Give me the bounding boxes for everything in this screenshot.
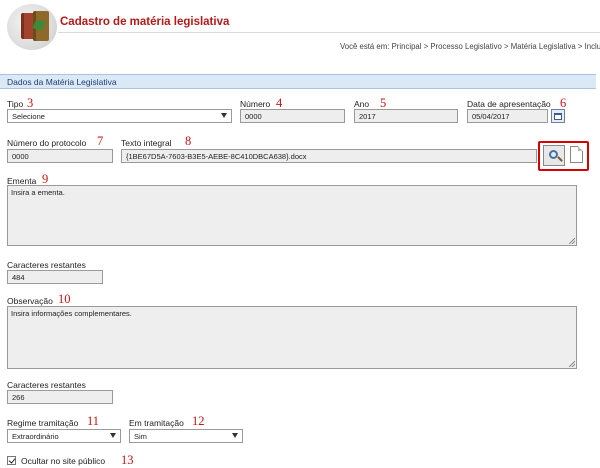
em-tramitacao-select[interactable]: Sim [129, 429, 243, 443]
ocultar-label: Ocultar no site público [21, 456, 106, 466]
ano-input[interactable]: 2017 [354, 109, 458, 123]
ementa-rest-label: Caracteres restantes [7, 260, 86, 270]
resize-handle[interactable] [569, 238, 575, 244]
regime-select[interactable]: Extraordinário [7, 429, 121, 443]
marker-8: 8 [185, 134, 192, 148]
numero-input[interactable]: 0000 [240, 109, 345, 123]
obs-rest-count: 266 [7, 390, 113, 404]
section-header: Dados da Matéria Legislativa [0, 74, 596, 89]
marker-11: 11 [87, 414, 100, 428]
marker-12: 12 [192, 414, 205, 428]
chevron-down-icon [232, 433, 238, 438]
marker-13: 13 [121, 453, 134, 467]
tipo-select[interactable]: Selecione [7, 109, 232, 123]
texto-label: Texto integral [121, 138, 172, 148]
observacao-placeholder: Insira informações complementares. [11, 309, 132, 318]
section-title: Dados da Matéria Legislativa [7, 77, 117, 87]
observacao-label: Observação [7, 296, 53, 306]
page-title: Cadastro de matéria legislativa [60, 16, 230, 28]
regime-label: Regime tramitação [7, 418, 79, 428]
calendar-icon[interactable] [551, 109, 565, 123]
marker-7: 7 [97, 134, 104, 148]
search-icon[interactable] [543, 145, 565, 166]
page-header: Cadastro de matéria legislativa Você est… [0, 0, 600, 58]
ementa-textarea[interactable]: Insira a ementa. [7, 185, 577, 246]
ementa-rest-count: 484 [7, 270, 103, 284]
chevron-down-icon [221, 113, 227, 118]
document-icon[interactable] [570, 146, 583, 163]
protocolo-input[interactable]: 0000 [7, 149, 113, 163]
ementa-placeholder: Insira a ementa. [11, 188, 65, 197]
resize-handle[interactable] [569, 361, 575, 367]
numero-label: Número [240, 99, 271, 109]
data-label: Data de apresentação [467, 99, 551, 109]
ano-label: Ano [354, 99, 370, 109]
protocolo-label: Número do protocolo [7, 138, 87, 148]
marker-10: 10 [58, 292, 71, 306]
ocultar-checkbox[interactable] [7, 456, 16, 465]
law-books-icon [7, 4, 57, 50]
tipo-label: Tipo [7, 99, 24, 109]
observacao-textarea[interactable]: Insira informações complementares. [7, 306, 577, 369]
title-divider [58, 32, 600, 33]
em-tramitacao-label: Em tramitação [129, 418, 184, 428]
obs-rest-label: Caracteres restantes [7, 380, 86, 390]
chevron-down-icon [110, 433, 116, 438]
breadcrumb: Você está em: Principal > Processo Legis… [340, 42, 600, 51]
data-input[interactable]: 05/04/2017 [467, 109, 548, 123]
texto-input[interactable]: {1BE67D5A-7603-B3E5-AEBE-8C410DBCA638}.d… [121, 149, 537, 163]
